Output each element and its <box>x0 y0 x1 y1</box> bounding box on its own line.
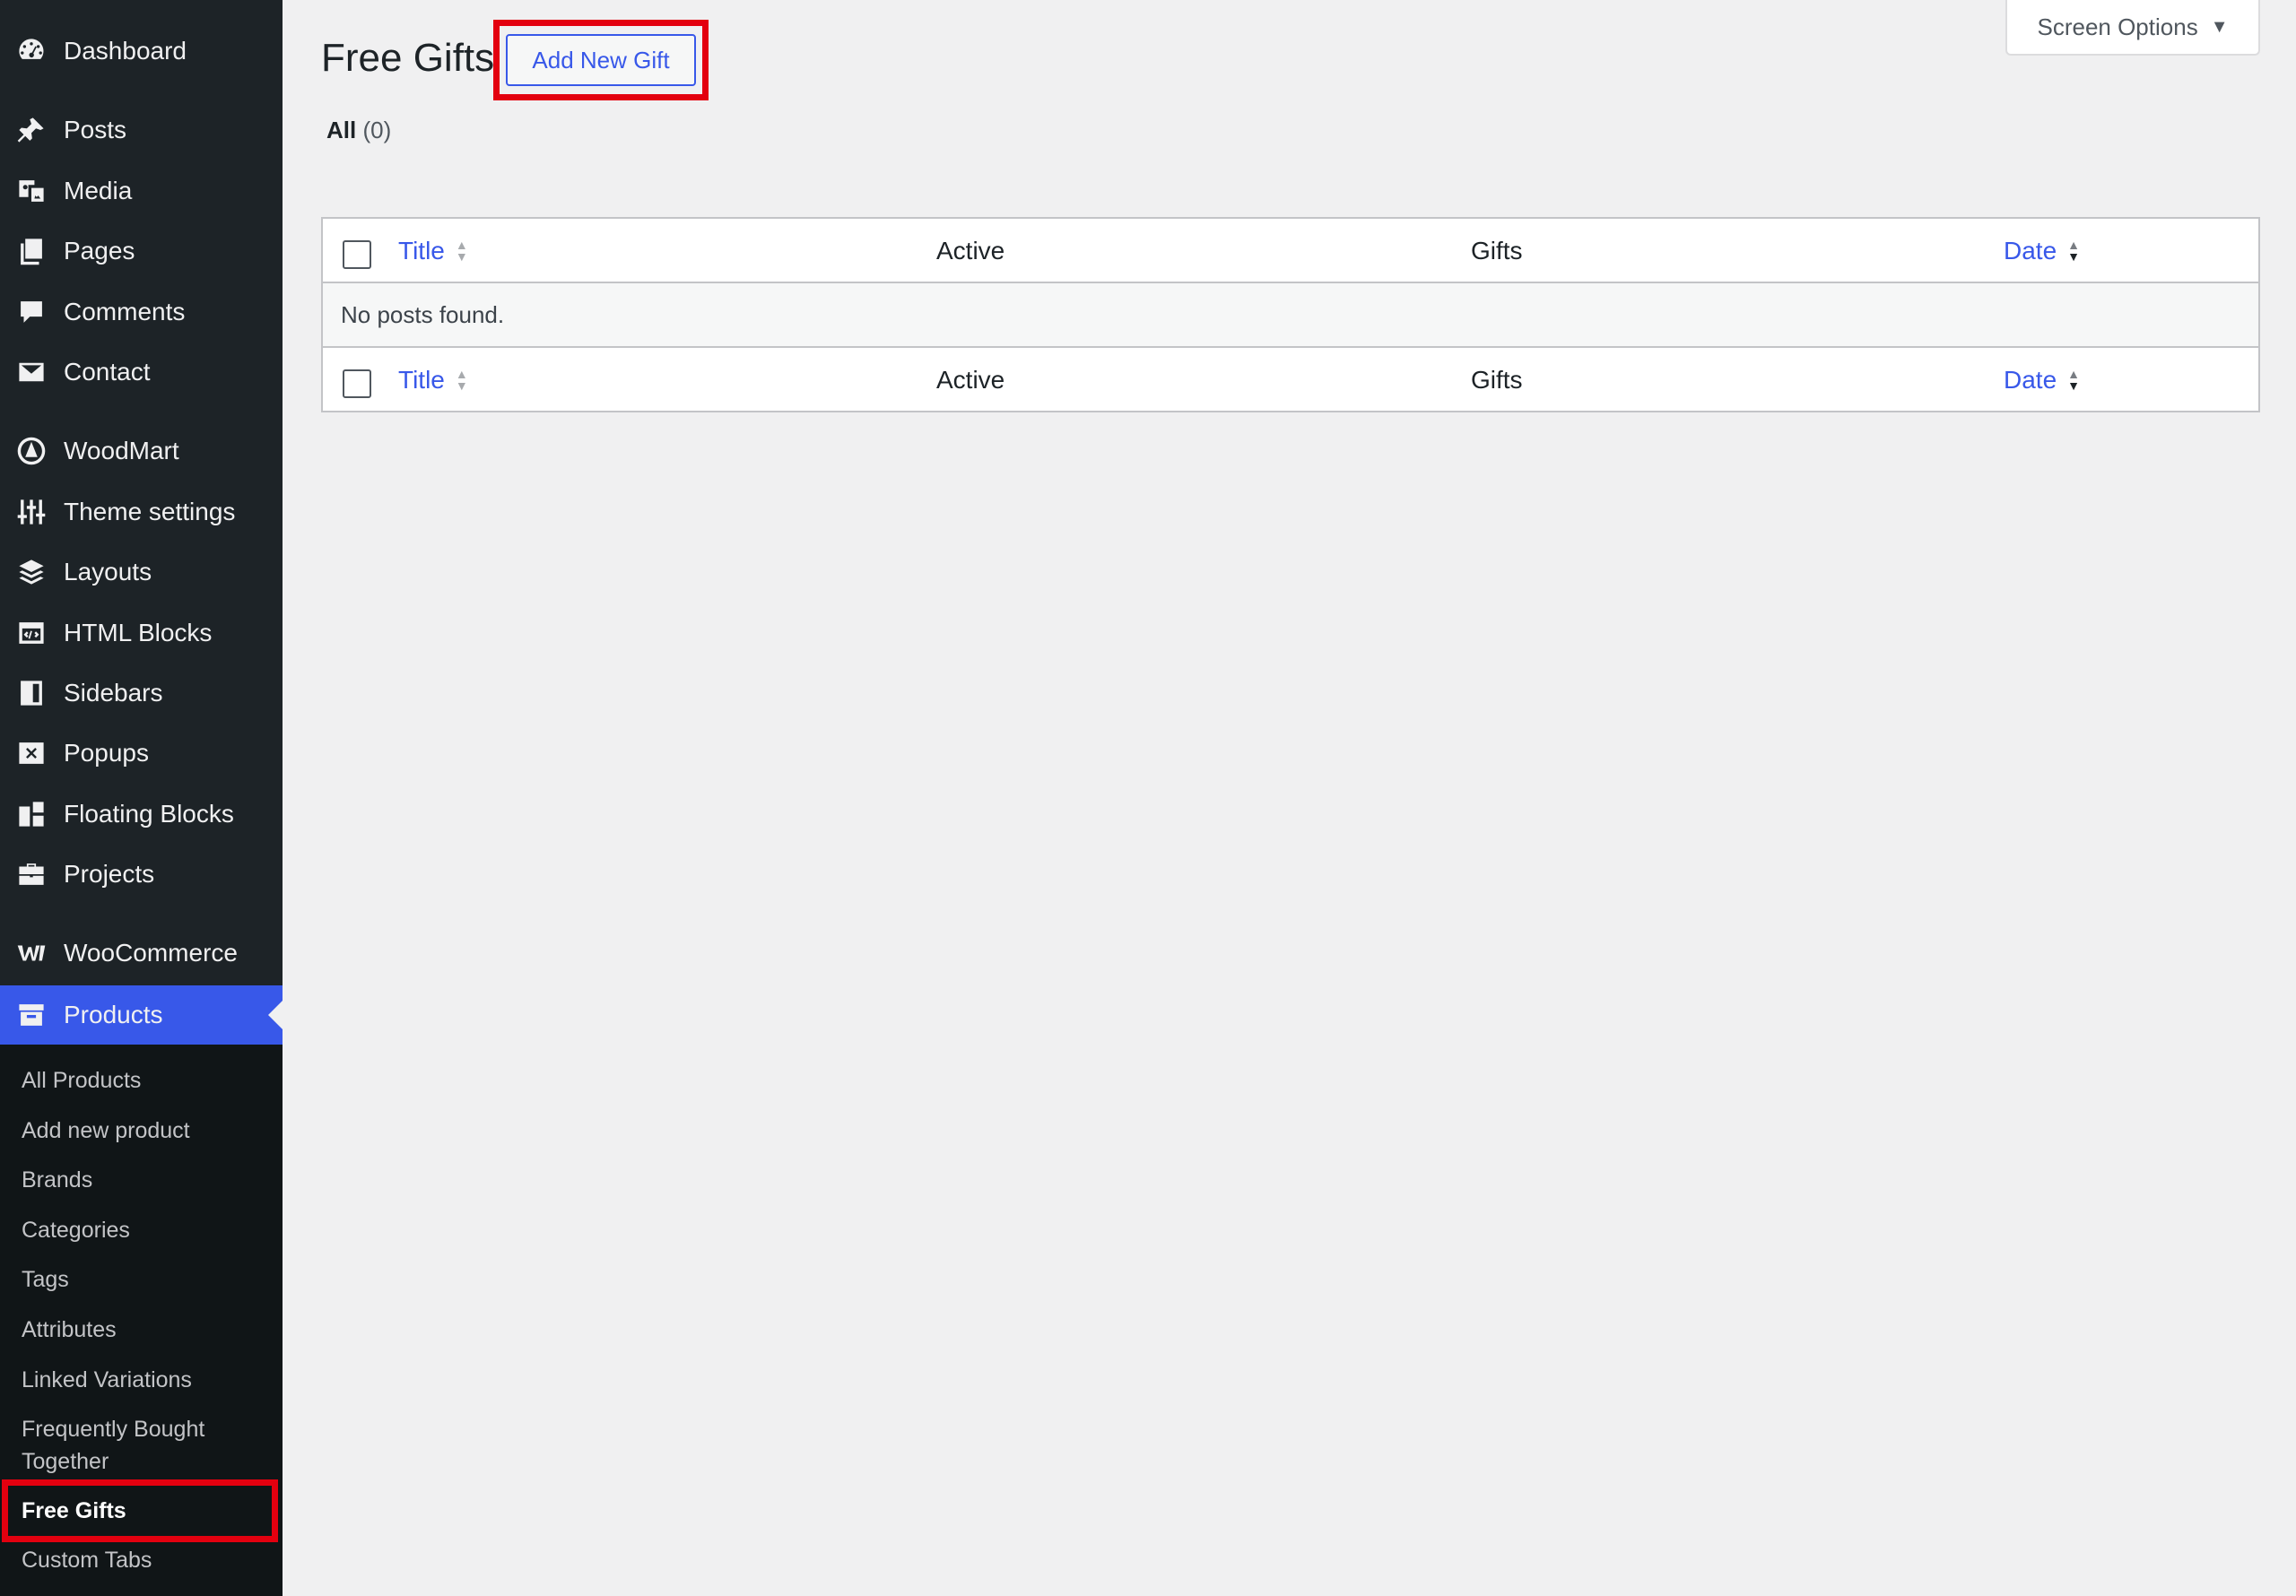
sort-icon: ▲ ▼ <box>2067 238 2081 264</box>
submenu-item-tags[interactable]: Tags <box>22 1263 273 1296</box>
sidebar-item-projects[interactable]: Projects <box>0 849 283 899</box>
column-date-header[interactable]: Date ▲ ▼ <box>2004 219 2080 283</box>
sidebar-item-label: Products <box>64 1001 163 1028</box>
sidebar-item-comments[interactable]: Comments <box>0 287 283 337</box>
select-all-checkbox[interactable] <box>343 240 371 269</box>
popup-icon <box>15 737 48 769</box>
media-icon <box>15 175 48 207</box>
sidebar-item-media[interactable]: Media <box>0 166 283 216</box>
dashboard-icon <box>15 35 48 67</box>
sidebar-item-label: Pages <box>64 237 135 265</box>
sidebar-item-label: WoodMart <box>64 437 179 464</box>
table-row: No posts found. <box>323 283 2258 346</box>
column-active-header: Active <box>936 237 1005 265</box>
sidebar-item-products[interactable]: Products <box>0 985 283 1045</box>
sidebar-item-label: HTML Blocks <box>64 619 213 646</box>
sort-icon: ▲ ▼ <box>2067 367 2081 393</box>
pages-icon <box>15 235 48 267</box>
select-all-checkbox-footer[interactable] <box>343 369 371 398</box>
gifts-table: Title ▲ ▼ Active Gifts Date ▲ ▼ No posts f… <box>321 217 2260 412</box>
empty-message: No posts found. <box>341 300 505 328</box>
sort-icon: ▲ ▼ <box>455 238 468 264</box>
sidebar-item-label: Dashboard <box>64 37 187 65</box>
pin-icon <box>15 114 48 146</box>
sidebar-item-label: Popups <box>64 739 149 767</box>
submenu-item-attributes[interactable]: Attributes <box>22 1314 273 1346</box>
submenu-item-all-products[interactable]: All Products <box>22 1064 273 1097</box>
sidebar-item-sidebars[interactable]: Sidebars <box>0 668 283 718</box>
sidebar-item-pages[interactable]: Pages <box>0 226 283 276</box>
column-title-footer[interactable]: Title ▲ ▼ <box>398 348 468 412</box>
submenu-item-categories[interactable]: Categories <box>22 1214 273 1246</box>
sidebar-item-label: Comments <box>64 298 186 325</box>
layers-icon <box>15 556 48 588</box>
caret-down-icon: ▼ <box>2210 16 2229 37</box>
column-gifts-header: Gifts <box>1471 237 1523 265</box>
sidebar-item-label: Posts <box>64 116 127 143</box>
envelope-icon <box>15 356 48 388</box>
sidebar-item-label: Theme settings <box>64 498 236 525</box>
column-gifts-footer: Gifts <box>1471 366 1523 394</box>
screen-options-label: Screen Options <box>2037 13 2198 40</box>
sidebar-item-label: Contact <box>64 358 151 386</box>
code-block-icon <box>15 617 48 649</box>
sidebar-item-label: Media <box>64 177 133 204</box>
column-active-footer: Active <box>936 366 1005 394</box>
screen-options-button[interactable]: Screen Options ▼ <box>2005 0 2260 56</box>
status-filter: All (0) <box>326 117 391 144</box>
submenu-item-free-gifts[interactable]: Free Gifts <box>22 1495 273 1527</box>
briefcase-icon <box>15 858 48 890</box>
woodmart-icon <box>15 435 48 467</box>
submenu-item-linked-variations[interactable]: Linked Variations <box>22 1364 273 1396</box>
sidebar-item-contact[interactable]: Contact <box>0 347 283 397</box>
sidebar-item-layouts[interactable]: Layouts <box>0 547 283 597</box>
filter-all-link[interactable]: All <box>326 117 356 143</box>
add-new-gift-button[interactable]: Add New Gift <box>506 34 696 86</box>
sidebar-item-label: Sidebars <box>64 679 163 707</box>
sliders-icon <box>15 496 48 528</box>
sidebar-item-label: Projects <box>64 860 155 888</box>
sidebar-item-dashboard[interactable]: Dashboard <box>0 26 283 76</box>
column-date-footer[interactable]: Date ▲ ▼ <box>2004 348 2080 412</box>
archive-box-icon <box>15 999 48 1031</box>
filter-all-count: (0) <box>362 117 392 143</box>
sidebar-item-floating-blocks[interactable]: Floating Blocks <box>0 789 283 839</box>
products-submenu: All Products Add new product Brands Cate… <box>0 1045 283 1596</box>
woocommerce-icon <box>15 937 48 969</box>
submenu-item-frequently-bought-together[interactable]: Frequently Bought Together <box>22 1413 246 1478</box>
sidebar-item-woocommerce[interactable]: WooCommerce <box>0 928 283 978</box>
sort-icon: ▲ ▼ <box>455 367 468 393</box>
sidebar-item-label: Floating Blocks <box>64 800 234 828</box>
sidebar-item-html-blocks[interactable]: HTML Blocks <box>0 608 283 658</box>
page-title: Free Gifts <box>321 36 495 80</box>
sidebar-item-label: Layouts <box>64 558 152 585</box>
sidebar-item-popups[interactable]: Popups <box>0 728 283 778</box>
admin-sidebar: Dashboard Posts Media Pages Comments Con… <box>0 0 283 1596</box>
submenu-item-add-new-product[interactable]: Add new product <box>22 1115 273 1147</box>
sidebar-item-posts[interactable]: Posts <box>0 105 283 155</box>
table-footer-row: Title ▲ ▼ Active Gifts Date ▲ ▼ <box>323 346 2258 411</box>
floating-blocks-icon <box>15 798 48 830</box>
sidebar-item-theme-settings[interactable]: Theme settings <box>0 487 283 537</box>
table-header-row: Title ▲ ▼ Active Gifts Date ▲ ▼ <box>323 219 2258 283</box>
sidebar-item-label: WooCommerce <box>64 939 238 967</box>
submenu-item-custom-tabs[interactable]: Custom Tabs <box>22 1544 273 1576</box>
column-title-header[interactable]: Title ▲ ▼ <box>398 219 468 283</box>
sidebar-icon <box>15 677 48 709</box>
comment-icon <box>15 296 48 328</box>
sidebar-item-woodmart[interactable]: WoodMart <box>0 426 283 476</box>
submenu-item-brands[interactable]: Brands <box>22 1164 273 1196</box>
